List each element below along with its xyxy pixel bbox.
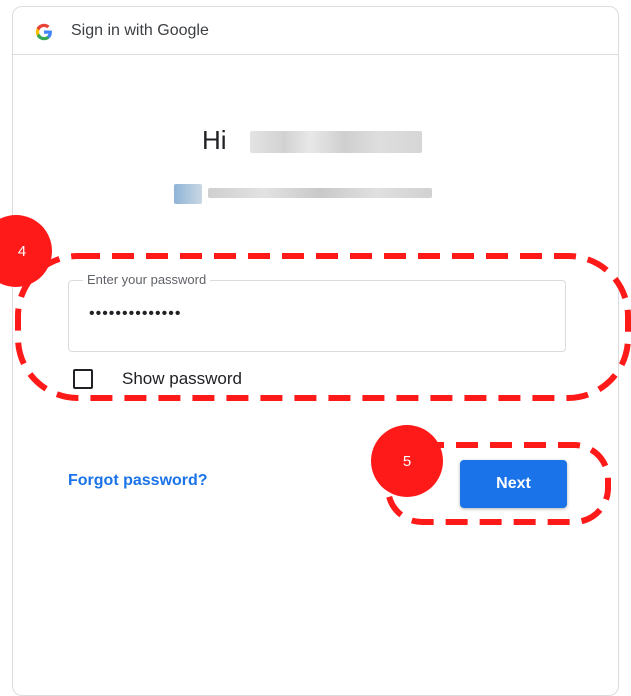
annotation-highlight-step-4 xyxy=(15,253,631,401)
annotation-overlay xyxy=(15,253,631,525)
annotation-badge-5-number: 5 xyxy=(402,452,412,470)
annotation-badge-5: 5 xyxy=(371,425,443,497)
annotation-badge-4-number: 4 xyxy=(17,242,27,260)
